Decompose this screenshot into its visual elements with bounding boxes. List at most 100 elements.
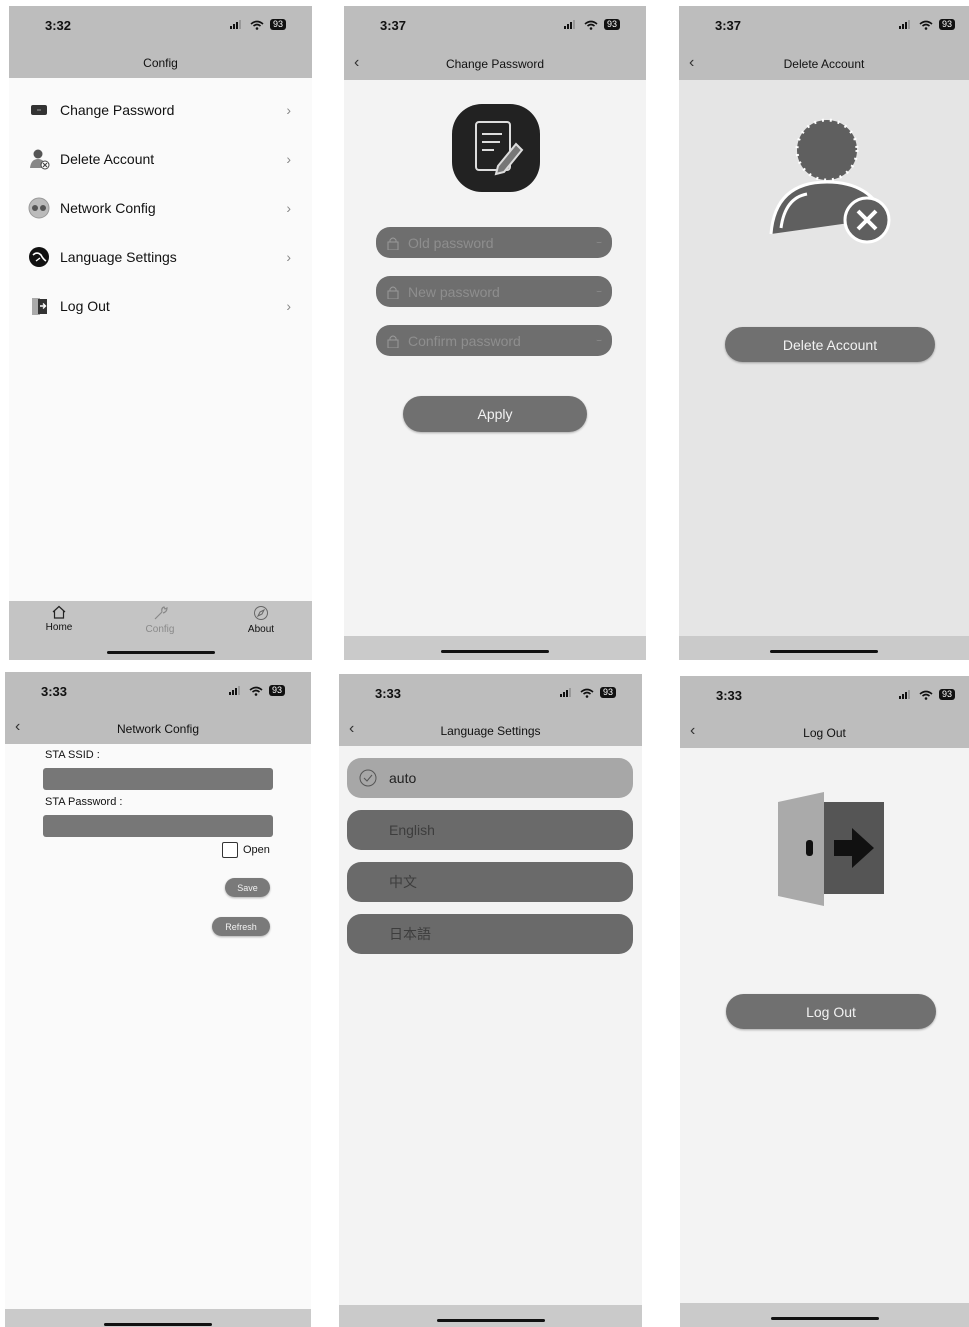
status-icons: 93 xyxy=(563,19,620,30)
log-out-header: 3:33 93 ‹ Log Out xyxy=(680,676,969,748)
delete-account-header: 3:37 93 ‹ Delete Account xyxy=(679,6,969,80)
old-password-field[interactable]: Old password ⌣ xyxy=(376,227,612,258)
chevron-right-icon: › xyxy=(286,298,291,314)
signal-icon xyxy=(229,20,241,29)
language-settings-header: 3:33 93 ‹ Language Settings xyxy=(339,674,642,746)
bottom-bar xyxy=(339,1305,642,1327)
tab-about[interactable]: About xyxy=(231,605,291,635)
bottom-bar xyxy=(680,1303,969,1327)
wifi-icon xyxy=(919,690,933,700)
language-option-japanese[interactable]: 日本語 xyxy=(347,914,633,954)
check-circle-icon xyxy=(359,769,377,787)
tab-home[interactable]: Home xyxy=(29,605,89,633)
signal-icon xyxy=(563,20,575,29)
battery-icon: 93 xyxy=(938,19,955,30)
language-option-label: English xyxy=(389,822,435,838)
language-option-english[interactable]: English xyxy=(347,810,633,850)
menu-item-label: Change Password xyxy=(60,102,175,118)
network-config-screen: 3:33 93 ‹ Network Config STA SSID : STA … xyxy=(5,672,311,1327)
menu-item-label: Delete Account xyxy=(60,151,155,167)
eye-closed-icon[interactable]: ⌣ xyxy=(596,286,602,297)
chevron-right-icon: › xyxy=(286,249,291,265)
compass-icon xyxy=(254,606,268,620)
document-edit-icon xyxy=(452,104,540,192)
change-password-screen: 3:37 93 ‹ Change Password Old password ⌣… xyxy=(344,6,646,660)
status-time: 3:32 xyxy=(45,18,72,33)
home-indicator xyxy=(436,1319,545,1322)
menu-item-change-password[interactable]: Change Password › xyxy=(27,95,297,125)
status-icons: 93 xyxy=(229,19,286,30)
status-icons: 93 xyxy=(559,687,616,698)
language-option-label: 日本語 xyxy=(389,926,431,942)
sta-password-input[interactable] xyxy=(43,815,273,837)
eye-closed-icon[interactable]: ⌣ xyxy=(596,335,602,346)
tab-config[interactable]: Config xyxy=(130,605,190,635)
wifi-icon xyxy=(250,20,264,30)
user-remove-icon xyxy=(767,118,893,244)
wrench-icon xyxy=(154,606,168,620)
chevron-right-icon: › xyxy=(286,102,291,118)
status-time: 3:33 xyxy=(41,684,68,699)
sta-ssid-input[interactable] xyxy=(43,768,273,790)
chevron-right-icon: › xyxy=(286,151,291,167)
confirm-password-field[interactable]: Confirm password ⌣ xyxy=(376,325,612,356)
save-button[interactable]: Save xyxy=(225,878,270,897)
open-checkbox-row[interactable]: Open xyxy=(222,842,270,858)
log-out-button[interactable]: Log Out xyxy=(726,994,936,1029)
menu-item-label: Log Out xyxy=(60,298,110,314)
signal-icon xyxy=(898,20,910,29)
open-checkbox[interactable] xyxy=(222,842,238,858)
lock-icon xyxy=(387,286,399,299)
language-option-chinese[interactable]: 中文 xyxy=(347,862,633,902)
status-time: 3:37 xyxy=(715,18,742,33)
wifi-icon xyxy=(584,20,598,30)
status-icons: 93 xyxy=(898,689,955,700)
apply-button[interactable]: Apply xyxy=(403,396,587,432)
language-icon xyxy=(27,245,51,269)
language-settings-screen: 3:33 93 ‹ Language Settings auto English… xyxy=(339,674,642,1327)
home-indicator xyxy=(770,1317,879,1320)
home-indicator xyxy=(104,1323,212,1326)
menu-item-language-settings[interactable]: Language Settings › xyxy=(27,242,297,272)
new-password-field[interactable]: New password ⌣ xyxy=(376,276,612,307)
sta-ssid-label: STA SSID : xyxy=(45,749,100,761)
lock-icon xyxy=(387,335,399,348)
wifi-icon xyxy=(919,20,933,30)
wifi-icon xyxy=(249,686,263,696)
page-title: Network Config xyxy=(116,722,200,736)
page-title: Language Settings xyxy=(440,724,541,738)
tab-label: About xyxy=(247,624,275,635)
wifi-icon xyxy=(580,688,594,698)
tab-bar: Home Config About xyxy=(9,601,312,660)
refresh-button[interactable]: Refresh xyxy=(212,917,270,936)
home-indicator xyxy=(106,651,215,654)
bottom-bar xyxy=(679,636,969,660)
delete-account-screen: 3:37 93 ‹ Delete Account Delete Account xyxy=(679,6,969,660)
eye-closed-icon[interactable]: ⌣ xyxy=(596,237,602,248)
tab-label: Config xyxy=(145,624,175,635)
menu-item-delete-account[interactable]: Delete Account › xyxy=(27,144,297,174)
config-header: 3:32 93 Config xyxy=(9,6,312,78)
home-icon xyxy=(52,605,66,619)
language-option-label: 中文 xyxy=(389,874,417,890)
network-config-header: 3:33 93 ‹ Network Config xyxy=(5,672,311,744)
change-password-header: 3:37 93 ‹ Change Password xyxy=(344,6,646,80)
signal-icon xyxy=(228,686,240,695)
status-time: 3:33 xyxy=(716,688,743,703)
menu-item-log-out[interactable]: Log Out › xyxy=(27,291,297,321)
old-password-placeholder: Old password xyxy=(408,234,494,251)
signal-icon xyxy=(898,690,910,699)
language-option-auto[interactable]: auto xyxy=(347,758,633,798)
home-indicator xyxy=(770,650,878,653)
delete-account-button[interactable]: Delete Account xyxy=(725,327,935,362)
logout-door-icon xyxy=(776,792,888,906)
bottom-bar xyxy=(344,636,646,660)
status-icons: 93 xyxy=(898,19,955,30)
user-remove-icon xyxy=(27,147,51,171)
menu-item-network-config[interactable]: Network Config › xyxy=(27,193,297,223)
battery-icon: 93 xyxy=(603,19,620,30)
page-title: Delete Account xyxy=(783,57,865,71)
lock-icon xyxy=(387,237,399,250)
config-screen: 3:32 93 Config Change Password › Delete … xyxy=(9,6,312,660)
battery-icon: 93 xyxy=(269,19,286,30)
